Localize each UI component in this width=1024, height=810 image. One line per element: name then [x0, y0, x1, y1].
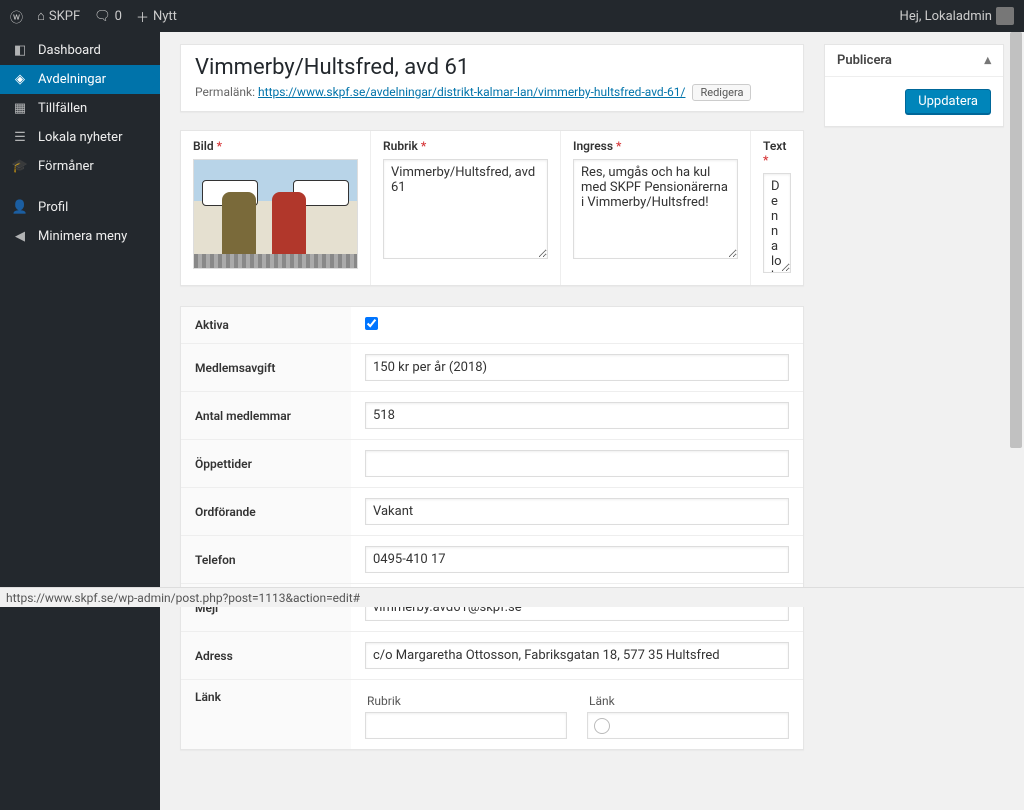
page-title: Vimmerby/Hultsfred, avd 61 — [195, 55, 789, 80]
profile-icon: 👤 — [10, 200, 30, 215]
top-fields-panel: Bild * Rubrik * Ingress * — [180, 130, 804, 286]
greeting: Hej, Lokaladmin — [900, 9, 992, 24]
aktiva-label: Aktiva — [181, 307, 351, 344]
row-antal: Antal medlemmar — [181, 392, 803, 440]
new-link[interactable]: ＋ Nytt — [136, 7, 177, 26]
admin-toolbar: ⓦ ⌂ SKPF 🗨 0 ＋ Nytt Hej, Lokaladmin — [0, 0, 1024, 32]
admin-sidebar: ◧ Dashboard ◈ Avdelningar ▦ Tillfällen ☰… — [0, 32, 160, 810]
ordforande-label: Ordförande — [181, 488, 351, 536]
sidebar-item-label: Minimera meny — [38, 229, 127, 244]
row-adress: Adress — [181, 632, 803, 680]
row-aktiva: Aktiva — [181, 307, 803, 344]
update-button[interactable]: Uppdatera — [905, 89, 991, 114]
sidebar-item-label: Förmåner — [38, 159, 94, 174]
telefon-label: Telefon — [181, 536, 351, 584]
sidebar-item-label: Profil — [38, 200, 68, 215]
oppettider-label: Öppettider — [181, 440, 351, 488]
sidebar-item-label: Lokala nyheter — [38, 130, 122, 145]
status-url: https://www.skpf.se/wp-admin/post.php?po… — [6, 591, 360, 605]
site-link[interactable]: ⌂ SKPF — [37, 8, 80, 24]
lank-url-input[interactable] — [587, 712, 789, 739]
sidebar-item-tillfallen[interactable]: ▦ Tillfällen — [0, 94, 160, 123]
permalink-row: Permalänk: https://www.skpf.se/avdelning… — [195, 84, 789, 101]
row-telefon: Telefon — [181, 536, 803, 584]
account-link[interactable]: Hej, Lokaladmin — [900, 7, 1014, 25]
row-lank: Länk Rubrik Länk — [181, 680, 803, 750]
vertical-scrollbar[interactable] — [1008, 32, 1024, 587]
sidebar-item-profil[interactable]: 👤 Profil — [0, 193, 160, 222]
sidebar-item-dashboard[interactable]: ◧ Dashboard — [0, 36, 160, 65]
aktiva-checkbox[interactable] — [365, 317, 378, 330]
news-icon: ☰ — [10, 130, 30, 145]
divisions-icon: ◈ — [10, 72, 30, 87]
scrollbar-thumb[interactable] — [1010, 32, 1022, 448]
medlemsavgift-input[interactable] — [365, 354, 789, 381]
feature-image[interactable] — [193, 159, 358, 269]
page-header: Vimmerby/Hultsfred, avd 61 Permalänk: ht… — [180, 44, 804, 112]
permalink-url[interactable]: https://www.skpf.se/avdelningar/distrikt… — [258, 85, 685, 99]
sidebar-item-label: Dashboard — [38, 43, 101, 58]
sidebar-item-label: Avdelningar — [38, 72, 106, 87]
permalink-label: Permalänk: — [195, 85, 255, 99]
sidebar-item-minimize[interactable]: ◀ Minimera meny — [0, 222, 160, 251]
ingress-label: Ingress * — [573, 139, 738, 153]
details-panel: Aktiva Medlemsavgift Antal medlemmar Öpp… — [180, 306, 804, 750]
link-icon — [594, 718, 610, 734]
edit-permalink-button[interactable]: Redigera — [692, 84, 751, 101]
comment-icon: 🗨 — [94, 9, 111, 24]
comments-link[interactable]: 🗨 0 — [94, 9, 122, 24]
row-ordforande: Ordförande — [181, 488, 803, 536]
bild-label: Bild * — [193, 139, 358, 153]
antal-label: Antal medlemmar — [181, 392, 351, 440]
sidebar-item-label: Tillfällen — [38, 101, 87, 116]
rubrik-label: Rubrik * — [383, 139, 548, 153]
site-name: SKPF — [49, 9, 80, 24]
publish-box: Publicera ▴ Uppdatera — [824, 44, 1004, 127]
sidebar-item-formaner[interactable]: 🎓 Förmåner — [0, 152, 160, 181]
lank-label: Länk — [181, 680, 351, 750]
oppettider-input[interactable] — [365, 450, 789, 477]
ingress-input[interactable] — [573, 159, 738, 259]
new-label: Nytt — [153, 9, 177, 24]
text-input[interactable] — [763, 173, 791, 273]
sidebar-item-avdelningar[interactable]: ◈ Avdelningar — [0, 65, 160, 94]
row-oppettider: Öppettider — [181, 440, 803, 488]
medlemsavgift-label: Medlemsavgift — [181, 344, 351, 392]
toggle-panel-icon[interactable]: ▴ — [984, 53, 991, 68]
lank-rubrik-sublabel: Rubrik — [365, 690, 567, 712]
comments-count: 0 — [115, 9, 122, 24]
rubrik-input[interactable] — [383, 159, 548, 259]
row-medlemsavgift: Medlemsavgift — [181, 344, 803, 392]
wordpress-icon: ⓦ — [10, 7, 23, 26]
home-icon: ⌂ — [37, 8, 45, 24]
antal-input[interactable] — [365, 402, 789, 429]
wp-logo-link[interactable]: ⓦ — [10, 7, 23, 26]
adress-input[interactable] — [365, 642, 789, 669]
lank-rubrik-input[interactable] — [365, 712, 567, 739]
sidebar-item-lokala-nyheter[interactable]: ☰ Lokala nyheter — [0, 123, 160, 152]
dashboard-icon: ◧ — [10, 43, 30, 58]
ordforande-input[interactable] — [365, 498, 789, 525]
publish-title: Publicera — [837, 53, 892, 68]
status-bar: https://www.skpf.se/wp-admin/post.php?po… — [0, 587, 1024, 607]
avatar — [996, 7, 1014, 25]
lank-url-sublabel: Länk — [587, 690, 789, 712]
plus-icon: ＋ — [136, 7, 149, 26]
collapse-icon: ◀ — [10, 229, 30, 244]
telefon-input[interactable] — [365, 546, 789, 573]
calendar-icon: ▦ — [10, 101, 30, 116]
adress-label: Adress — [181, 632, 351, 680]
benefits-icon: 🎓 — [10, 159, 30, 174]
text-label: Text * — [763, 139, 791, 167]
